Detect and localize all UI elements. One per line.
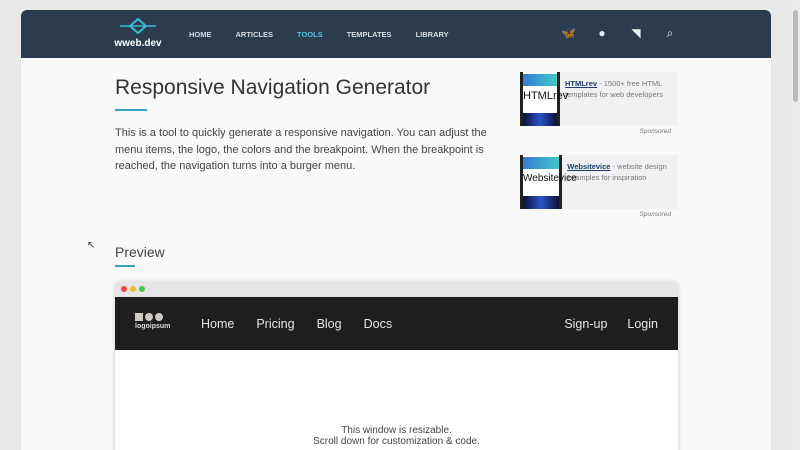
maximize-dot-icon: [139, 286, 145, 292]
ad-link[interactable]: Websitevice: [567, 162, 610, 171]
title-underline: [115, 109, 147, 111]
demo-link-login[interactable]: Login: [627, 317, 658, 331]
sponsored-label: Sponsored: [639, 128, 671, 135]
ad-htmlrev[interactable]: HTMLrev HTMLrev - 1500+ free HTML templa…: [520, 72, 678, 126]
resize-message-line1: This window is resizable.: [341, 425, 452, 436]
logo-text: wweb.dev: [114, 38, 162, 49]
demo-link-blog[interactable]: Blog: [317, 317, 342, 331]
page: wweb.dev HOME ARTICLES TOOLS TEMPLATES L…: [21, 10, 771, 450]
search-icon[interactable]: ⌕: [663, 26, 677, 40]
bluesky-icon[interactable]: 🦋: [561, 26, 576, 40]
scrollbar-thumb[interactable]: [793, 10, 798, 102]
ad-image[interactable]: Websitevice: [520, 155, 577, 209]
window-titlebar: [115, 282, 678, 297]
ad-image[interactable]: HTMLrev: [520, 72, 569, 126]
nav-templates[interactable]: TEMPLATES: [347, 30, 392, 39]
main-nav: HOME ARTICLES TOOLS TEMPLATES LIBRARY: [189, 30, 473, 39]
demo-link-signup[interactable]: Sign-up: [564, 317, 607, 331]
site-logo[interactable]: wweb.dev: [113, 16, 163, 49]
logo-icon: [120, 17, 156, 35]
sponsored-label: Sponsored: [639, 211, 671, 218]
demo-navigation: logoipsum Home Pricing Blog Docs Sign-up…: [115, 297, 678, 350]
preview-underline: [115, 265, 135, 267]
ad-image-text: HTMLrev: [523, 90, 569, 102]
ad-websitevice[interactable]: Websitevice Websitevice - website design…: [520, 155, 678, 209]
ad-image-text: Websitevice: [523, 173, 577, 184]
preview-heading: Preview: [115, 244, 165, 260]
demo-link-pricing[interactable]: Pricing: [256, 317, 294, 331]
nav-articles[interactable]: ARTICLES: [236, 30, 274, 39]
page-title: Responsive Navigation Generator: [115, 76, 431, 99]
github-icon[interactable]: ●: [595, 26, 609, 40]
demo-link-home[interactable]: Home: [201, 317, 234, 331]
mouse-cursor-icon: ↖: [87, 240, 96, 251]
demo-logo-text: logoipsum: [135, 323, 171, 330]
close-dot-icon: [121, 286, 127, 292]
site-header: wweb.dev HOME ARTICLES TOOLS TEMPLATES L…: [21, 10, 771, 58]
scrollbar[interactable]: [791, 0, 800, 450]
resize-message-line2: Scroll down for customization & code.: [313, 436, 480, 447]
page-description: This is a tool to quickly generate a res…: [115, 127, 487, 172]
demo-logo[interactable]: logoipsum: [135, 313, 170, 330]
ad-link[interactable]: HTMLrev: [565, 79, 597, 88]
rss-icon[interactable]: ◥: [629, 26, 643, 40]
preview-window[interactable]: logoipsum Home Pricing Blog Docs Sign-up…: [115, 282, 678, 450]
nav-library[interactable]: LIBRARY: [416, 30, 449, 39]
demo-link-docs[interactable]: Docs: [364, 317, 392, 331]
resize-message: This window is resizable. Scroll down fo…: [115, 425, 678, 447]
nav-home[interactable]: HOME: [189, 30, 212, 39]
minimize-dot-icon: [130, 286, 136, 292]
nav-tools[interactable]: TOOLS: [297, 30, 323, 39]
